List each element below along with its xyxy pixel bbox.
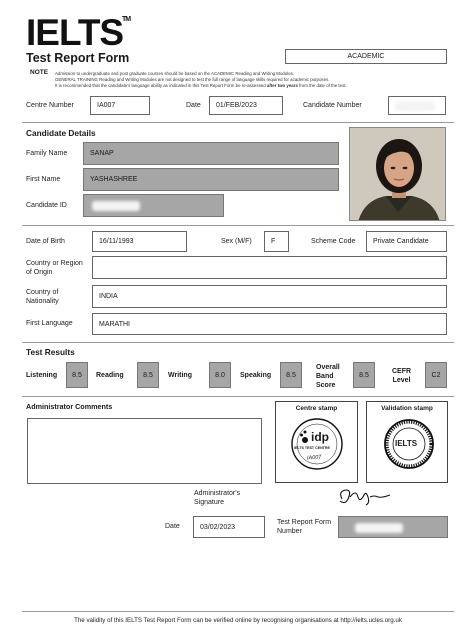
divider [22, 225, 454, 226]
candidate-details-title: Candidate Details [26, 128, 96, 138]
reading-label: Reading [96, 372, 124, 379]
candidate-photo-image [350, 128, 445, 220]
trf-number-label-2: Number [277, 528, 302, 535]
admin-date-field: 03/02/2023 [193, 516, 265, 538]
test-results-title: Test Results [26, 347, 75, 357]
validation-stamp-label: Validation stamp [381, 405, 433, 412]
candidate-id-field [83, 194, 224, 217]
signature-label-2: Signature [194, 499, 224, 506]
centre-number-field: IA007 [90, 96, 150, 115]
divider [22, 396, 454, 397]
admin-comments-field [27, 418, 262, 484]
note-line-2: GENERAL TRAINING Reading and Writing Mod… [55, 77, 330, 82]
writing-score: 8.0 [209, 362, 231, 388]
family-name-label: Family Name [26, 150, 68, 157]
candidate-id-label: Candidate ID [26, 202, 67, 209]
idp-stamp-code: IA007 [306, 454, 322, 462]
form-title: Test Report Form [26, 51, 130, 65]
idp-stamp-icon [291, 418, 343, 470]
scheme-code-label: Scheme Code [311, 238, 356, 245]
country-origin-label-1: Country or Region [26, 260, 83, 267]
admin-comments-title: Administrator Comments [26, 402, 113, 411]
divider [22, 122, 454, 123]
scheme-code-field: Private Candidate [366, 231, 447, 252]
date-label: Date [186, 102, 201, 109]
centre-stamp-box: Centre stamp idp IELTS TEST CENTRE IA007 [275, 401, 358, 483]
dob-field: 16/11/1993 [92, 231, 187, 252]
country-origin-field [92, 256, 447, 279]
candidate-number-field [388, 96, 446, 115]
first-language-label: First Language [26, 320, 73, 327]
note-line-3: It is recommended that the candidate's l… [55, 83, 347, 88]
date-field: 01/FEB/2023 [209, 96, 283, 115]
reading-score: 8.5 [137, 362, 159, 388]
sex-field: F [264, 231, 289, 252]
speaking-label: Speaking [240, 372, 272, 379]
redaction [355, 523, 403, 533]
validation-stamp-box: Validation stamp IELTS [366, 401, 448, 483]
nationality-label-2: Nationality [26, 298, 59, 305]
first-language-field: MARATHI [92, 313, 447, 335]
idp-stamp-ring-text: IELTS TEST CENTRE [294, 446, 330, 450]
signature-label-1: Administrator's [194, 490, 241, 497]
divider [22, 611, 454, 612]
ielts-seal-text: IELTS [395, 439, 418, 448]
centre-stamp-label: Centre stamp [295, 405, 338, 412]
candidate-number-label: Candidate Number [303, 102, 362, 109]
first-name-label: First Name [26, 176, 61, 183]
listening-label: Listening [26, 372, 58, 379]
candidate-photo [349, 127, 446, 221]
trf-number-label-1: Test Report Form [277, 519, 332, 526]
cefr-label: CEFR Level [392, 368, 412, 384]
redaction [395, 101, 435, 111]
admin-date-label: Date [165, 523, 180, 530]
trf-number-field [338, 516, 448, 538]
first-name-field: YASHASHREE [83, 168, 339, 191]
redaction [92, 201, 140, 211]
overall-score: 8.5 [353, 362, 375, 388]
module-field: ACADEMIC [285, 49, 447, 64]
sex-label: Sex (M/F) [221, 238, 252, 245]
writing-label: Writing [168, 372, 192, 379]
signature-image [339, 489, 391, 506]
verification-footer: The validity of this IELTS Test Report F… [74, 617, 402, 624]
ielts-logo: IELTS TM [26, 12, 131, 53]
country-origin-label-2: of Origin [26, 269, 53, 276]
nationality-label-1: Country of [26, 289, 59, 296]
note-line-1: Admission to undergraduate and post grad… [55, 71, 295, 76]
test-report-form: IELTS TM Test Report Form ACADEMIC NOTE A… [0, 0, 476, 639]
overall-band-label: Overall Band Score [316, 364, 340, 389]
centre-number-label: Centre Number [26, 102, 74, 109]
cefr-level: C2 [425, 362, 447, 388]
divider [22, 342, 454, 343]
idp-stamp-brand: idp [311, 430, 329, 444]
speaking-score: 8.5 [280, 362, 302, 388]
nationality-field: INDIA [92, 285, 447, 308]
family-name-field: SANAP [83, 142, 339, 165]
note-label: NOTE [30, 69, 49, 76]
dob-label: Date of Birth [26, 238, 65, 245]
listening-score: 8.5 [66, 362, 88, 388]
